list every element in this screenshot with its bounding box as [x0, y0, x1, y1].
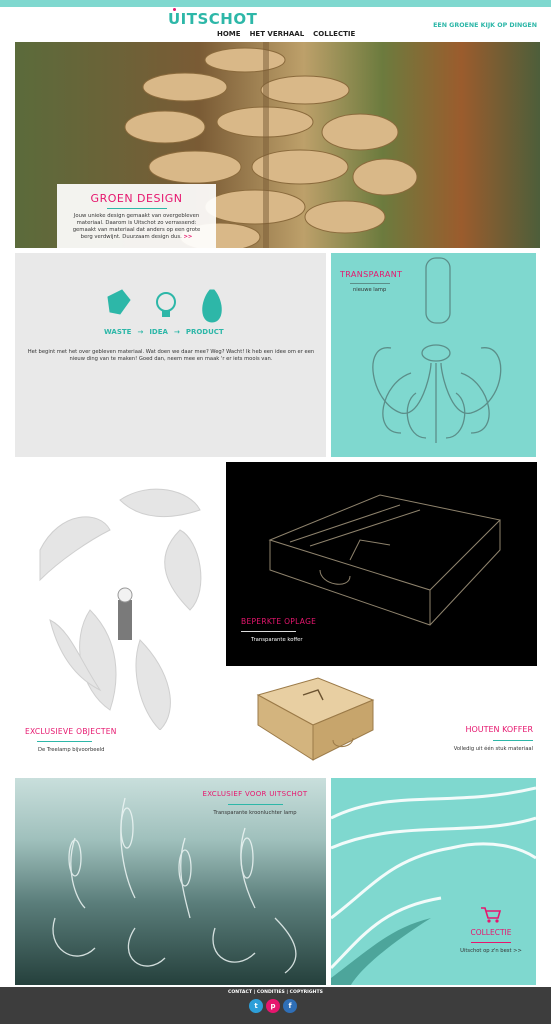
- pinterest-icon[interactable]: p: [266, 999, 280, 1013]
- transparant-caption: TRANSPARANT nieuwe lamp: [340, 270, 402, 294]
- intro-text: Het begint met het over gebleven materia…: [27, 349, 315, 362]
- lightbulb-icon: [156, 292, 176, 312]
- exclusieve-objecten-title: EXCLUSIEVE OBJECTEN: [25, 727, 117, 736]
- exclusieve-objecten-caption: EXCLUSIEVE OBJECTEN De Treelamp bijvoorb…: [25, 727, 117, 754]
- hero-more-link[interactable]: >>: [183, 234, 192, 240]
- tagline: EEN GROENE KIJK OP DINGEN: [433, 22, 537, 29]
- nav-home[interactable]: HOME: [217, 30, 241, 38]
- step-idea: IDEA: [149, 328, 168, 336]
- transparent-case-image: [268, 494, 502, 626]
- collectie-divider: [471, 942, 511, 943]
- social-links: t p f: [249, 999, 297, 1013]
- transparant-divider: [350, 283, 390, 284]
- waste-icon: [107, 289, 131, 315]
- twitter-icon[interactable]: t: [249, 999, 263, 1013]
- collectie-subtitle[interactable]: Uitschot op z'n best >>: [455, 948, 527, 955]
- beperkte-oplage-subtitle: Transparante koffer: [251, 637, 303, 643]
- exclusieve-objecten-subtitle: De Treelamp bijvoorbeeld: [38, 747, 105, 753]
- logo[interactable]: UITSCHOT: [168, 8, 257, 32]
- houten-koffer-title: HOUTEN KOFFER: [465, 725, 533, 734]
- exclusief-divider: [227, 804, 283, 805]
- logo-dot: [173, 8, 176, 11]
- exclusief-title: EXCLUSIEF VOOR UITSCHOT: [202, 790, 308, 798]
- houten-koffer-subtitle: Volledig uit één stuk materiaal: [453, 746, 533, 752]
- beperkte-oplage-caption: BEPERKTE OPLAGE Transparante koffer: [241, 617, 316, 643]
- top-accent-bar: [0, 0, 551, 7]
- nav-het-verhaal[interactable]: HET VERHAAL: [250, 30, 305, 38]
- footer-links[interactable]: CONTACT | CONDITIES | COPYRIGHTS: [0, 990, 551, 995]
- houten-divider: [493, 740, 533, 741]
- nav-collectie[interactable]: COLLECTIE: [313, 30, 355, 38]
- arrow-1: →: [137, 328, 144, 336]
- hero-card: GROEN DESIGN Jouw unieke design gemaakt …: [57, 184, 216, 248]
- exclusief-subtitle: Transparante kroonluchter lamp: [213, 810, 297, 816]
- collectie-title: COLLECTIE: [470, 928, 512, 937]
- hero-title: GROEN DESIGN: [90, 192, 183, 205]
- hero-text: Jouw unieke design gemaakt van overgeble…: [72, 213, 201, 240]
- logo-text: UITSCHOT: [168, 10, 258, 28]
- beperkte-oplage-title: BEPERKTE OPLAGE: [241, 617, 317, 626]
- treelamp-image: [39, 488, 202, 730]
- waste-idea-product-labels: WASTE → IDEA → PRODUCT: [104, 328, 224, 336]
- step-product: PRODUCT: [185, 328, 224, 336]
- transparant-subtitle: nieuwe lamp: [353, 287, 387, 293]
- collectie-caption: COLLECTIE Uitschot op z'n best >>: [455, 908, 527, 955]
- exclusief-caption: EXCLUSIEF VOOR UITSCHOT Transparante kro…: [190, 790, 320, 817]
- wooden-case-image: [256, 677, 375, 761]
- step-waste: WASTE: [104, 328, 132, 336]
- transparant-title: TRANSPARANT: [340, 270, 403, 279]
- main-nav: HOME HET VERHAAL COLLECTIE: [217, 30, 355, 38]
- houten-koffer-caption[interactable]: HOUTEN KOFFER Volledig uit één stuk mate…: [433, 725, 533, 753]
- exclusieve-divider: [37, 741, 92, 742]
- hero-banner: GROEN DESIGN Jouw unieke design gemaakt …: [15, 42, 540, 248]
- lamp-product-icon: [202, 289, 222, 323]
- beperkte-oplage-divider: [241, 631, 296, 632]
- hero-divider: [106, 208, 167, 209]
- facebook-icon[interactable]: f: [283, 999, 297, 1013]
- arrow-2: →: [173, 328, 180, 336]
